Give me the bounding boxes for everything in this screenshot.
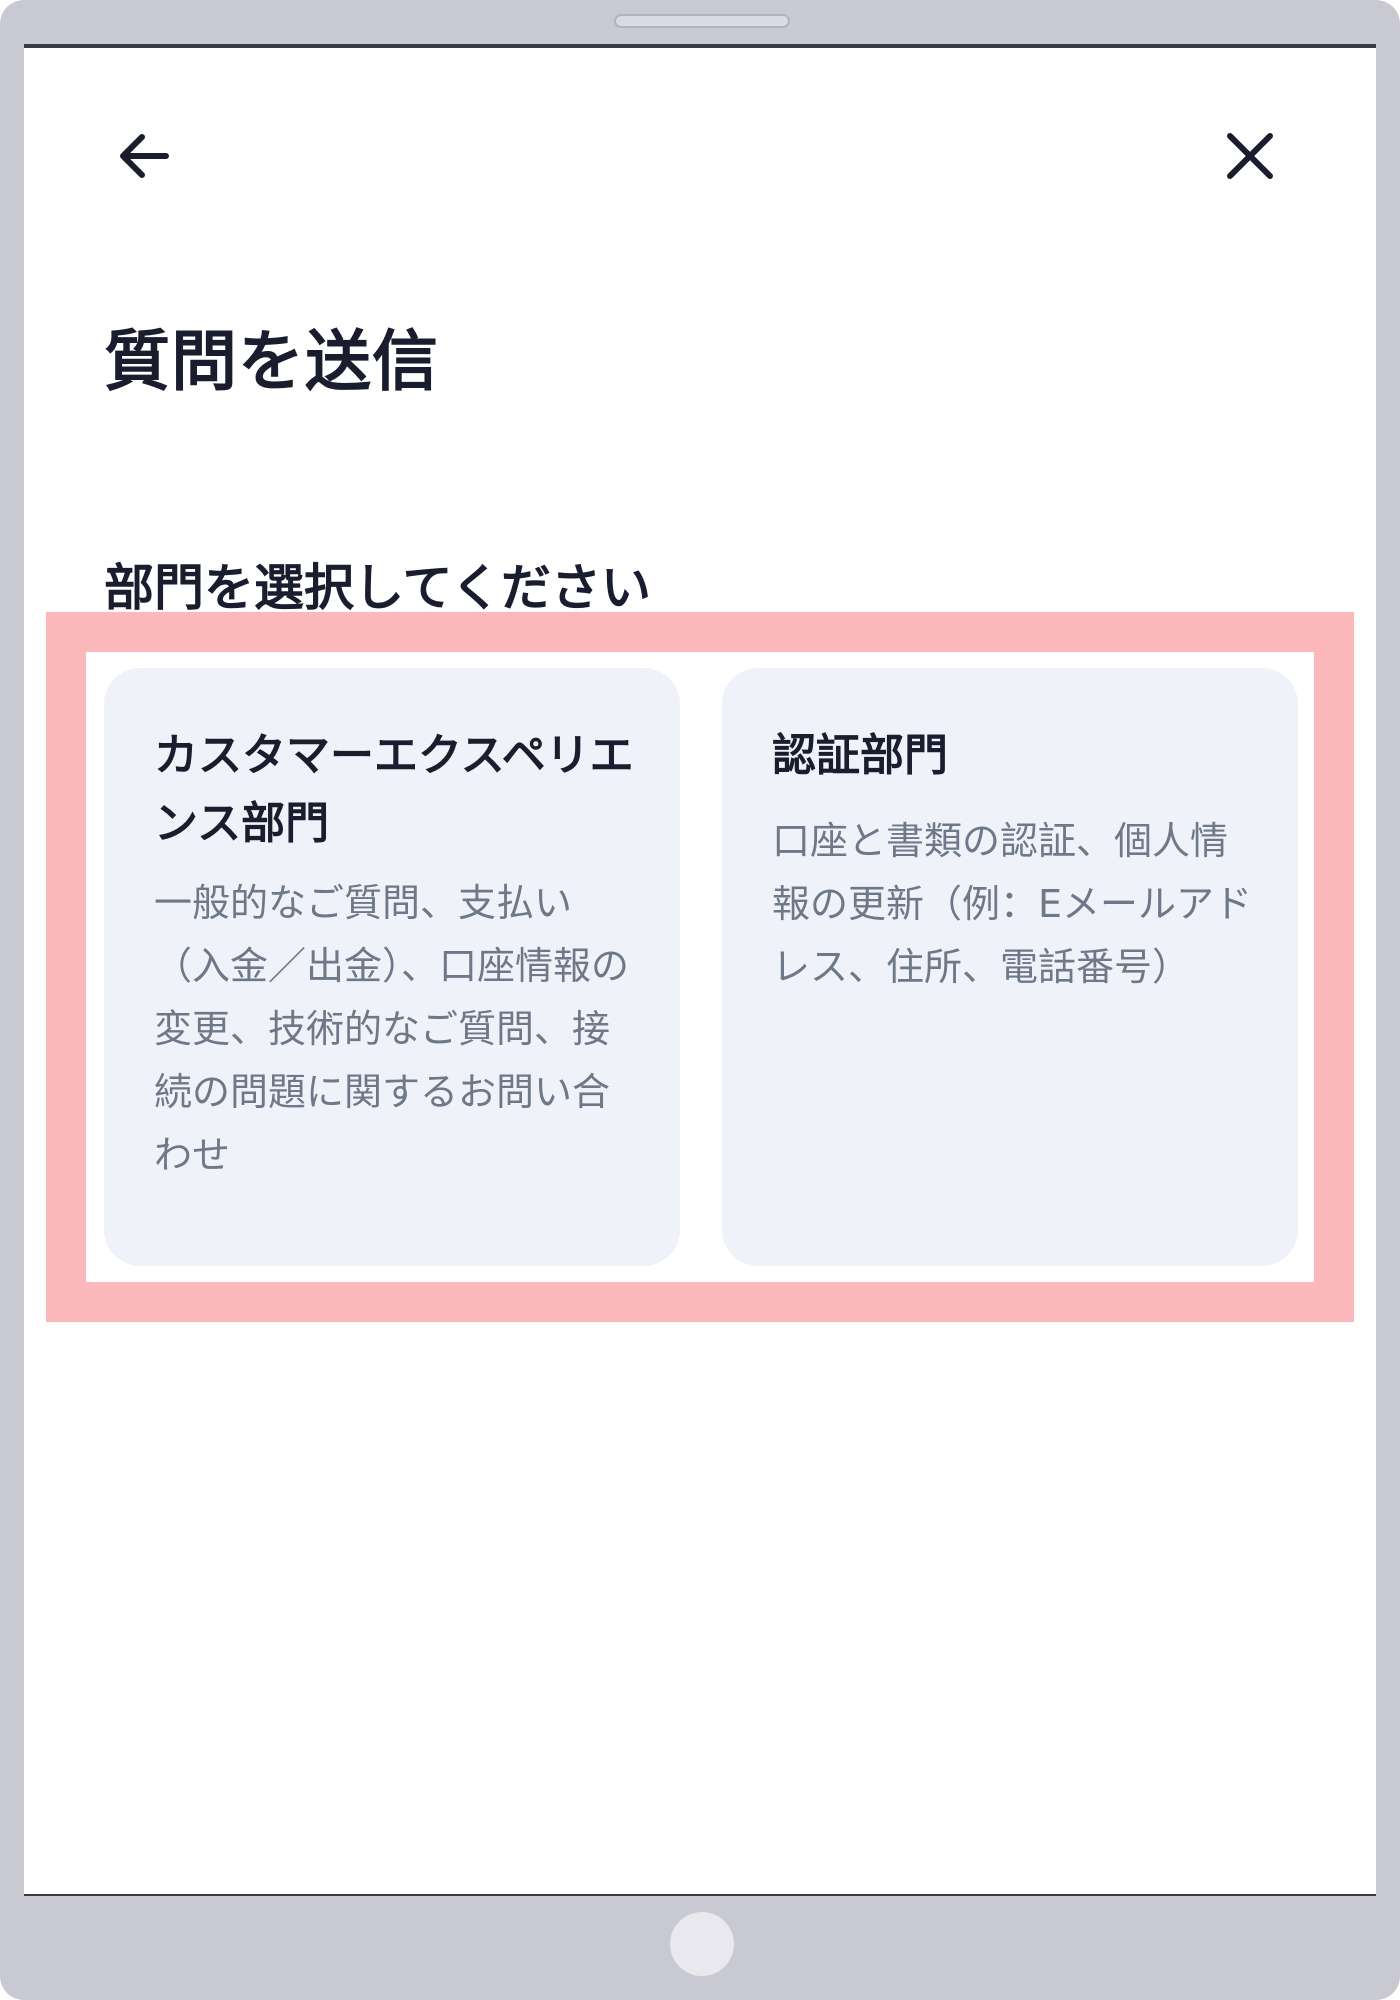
device-frame: 質問を送信 部門を選択してください カスタマーエクスペリエンス部門 一般的なご質… [0,0,1400,2000]
close-icon [1227,133,1273,179]
page-title: 質問を送信 [104,323,439,400]
department-card-title: カスタマーエクスペリエンス部門 [154,730,634,849]
department-card-verification[interactable]: 認証部門 口座と書類の認証、個人情報の更新（例：Eメールアドレス、住所、電話番号… [722,668,1298,1266]
department-card-description: 口座と書類の認証、個人情報の更新（例：Eメールアドレス、住所、電話番号） [772,819,1253,989]
department-card-title: 認証部門 [772,730,948,781]
arrow-left-icon [120,134,169,178]
close-button[interactable] [1214,120,1286,192]
home-button[interactable] [670,1912,734,1976]
department-card-customer-experience[interactable]: カスタマーエクスペリエンス部門 一般的なご質問、支払い（入金／出金）、口座情報の… [104,668,680,1266]
section-label: 部門を選択してください [104,559,651,617]
department-card-description: 一般的なご質問、支払い（入金／出金）、口座情報の変更、技術的なご質問、接続の問題… [154,881,630,1177]
back-button[interactable] [108,120,180,192]
device-top-bar [614,14,790,28]
